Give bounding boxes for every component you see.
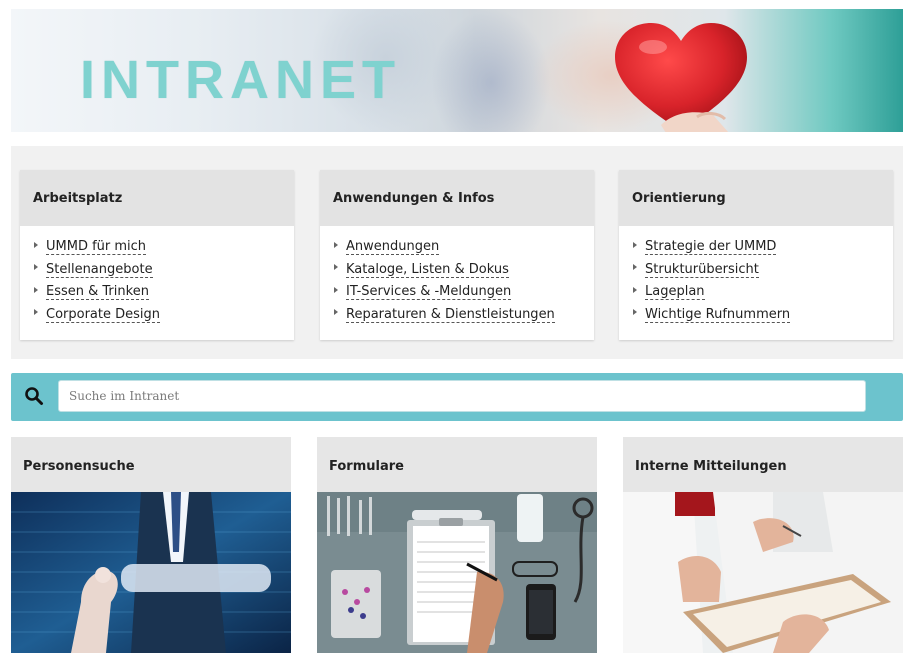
quick-links-area: Arbeitsplatz UMMD für mich Stellenangebo… — [11, 146, 903, 359]
link[interactable]: Strukturübersicht — [645, 261, 759, 278]
list-item[interactable]: Strategie der UMMD — [633, 236, 893, 259]
link[interactable]: Kataloge, Listen & Dokus — [346, 261, 509, 278]
bullet-icon — [633, 264, 637, 270]
bullet-icon — [633, 286, 637, 293]
list-item[interactable]: Essen & Trinken — [34, 281, 294, 304]
bullet-icon — [334, 286, 338, 293]
bullet-icon — [34, 286, 38, 293]
list-item[interactable]: Corporate Design — [34, 304, 294, 327]
list-item[interactable]: Stellenangebote — [34, 259, 294, 282]
list-item[interactable]: Wichtige Rufnummern — [633, 304, 893, 327]
link[interactable]: Reparaturen & Dienstleistungen — [346, 306, 555, 323]
list-item[interactable]: Strukturübersicht — [633, 259, 893, 282]
bullet-icon — [334, 264, 338, 270]
tile-interne-mitteilungen[interactable]: Interne Mitteilungen — [623, 437, 903, 653]
list-item[interactable]: Reparaturen & Dienstleistungen — [334, 304, 594, 327]
person-search-image — [11, 492, 291, 653]
bullet-icon — [334, 241, 338, 248]
heart-icon — [615, 23, 747, 132]
link[interactable]: Anwendungen — [346, 239, 440, 255]
list-item[interactable]: IT-Services & -Meldungen — [334, 281, 594, 304]
list-item[interactable]: Kataloge, Listen & Dokus — [334, 259, 594, 282]
link-box-title: Arbeitsplatz — [20, 170, 294, 226]
link[interactable]: IT-Services & -Meldungen — [346, 284, 512, 300]
list-item[interactable]: Lageplan — [633, 281, 893, 304]
search-input[interactable] — [58, 380, 866, 412]
bullet-icon — [633, 241, 637, 248]
tile-personensuche[interactable]: Personensuche — [11, 437, 291, 653]
internal-news-image — [623, 492, 903, 653]
link-list: Strategie der UMMD Strukturübersicht Lag… — [619, 226, 893, 326]
tile-title: Personensuche — [11, 437, 291, 492]
bullet-icon — [34, 309, 38, 315]
bullet-icon — [34, 241, 38, 248]
list-item[interactable]: Anwendungen — [334, 236, 594, 259]
search-bar — [11, 373, 903, 421]
link[interactable]: UMMD für mich — [46, 239, 147, 255]
link[interactable]: Wichtige Rufnummern — [645, 306, 791, 323]
link-box-orientierung: Orientierung Strategie der UMMD Struktur… — [619, 170, 893, 340]
tile-formulare[interactable]: Formulare — [317, 437, 597, 653]
tile-title: Formulare — [317, 437, 597, 492]
banner-title: INTRANET — [80, 50, 401, 110]
tile-title: Interne Mitteilungen — [623, 437, 903, 492]
intranet-banner: INTRANET — [11, 9, 903, 132]
link[interactable]: Essen & Trinken — [46, 284, 149, 300]
link-box-arbeitsplatz: Arbeitsplatz UMMD für mich Stellenangebo… — [20, 170, 294, 340]
bullet-icon — [633, 309, 637, 315]
link-box-title: Orientierung — [619, 170, 893, 226]
list-item[interactable]: UMMD für mich — [34, 236, 294, 259]
link-list: Anwendungen Kataloge, Listen & Dokus IT-… — [320, 226, 594, 326]
link[interactable]: Lageplan — [645, 284, 705, 300]
link[interactable]: Corporate Design — [46, 306, 161, 323]
bullet-icon — [34, 264, 38, 270]
link-box-anwendungen: Anwendungen & Infos Anwendungen Kataloge… — [320, 170, 594, 340]
bullet-icon — [334, 309, 338, 315]
link-box-title: Anwendungen & Infos — [320, 170, 594, 226]
link[interactable]: Stellenangebote — [46, 261, 153, 278]
search-icon[interactable] — [24, 386, 44, 406]
link[interactable]: Strategie der UMMD — [645, 239, 777, 255]
forms-image — [317, 492, 597, 653]
link-list: UMMD für mich Stellenangebote Essen & Tr… — [20, 226, 294, 326]
